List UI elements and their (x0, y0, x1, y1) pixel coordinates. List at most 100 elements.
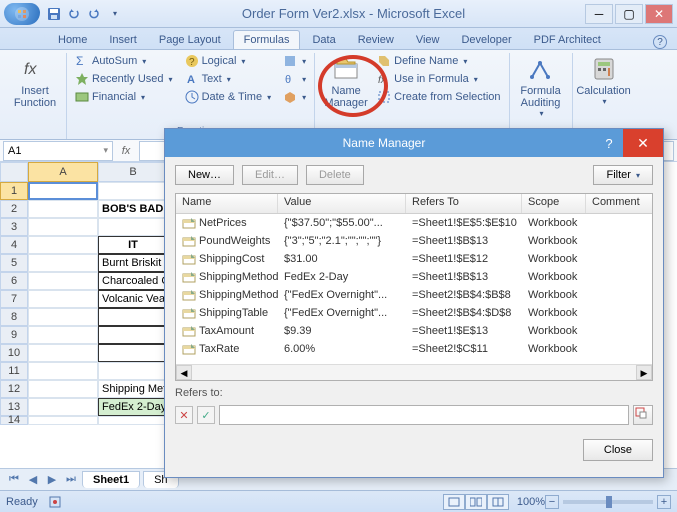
row-header[interactable]: 11 (0, 362, 28, 380)
name-row[interactable]: NetPrices{"$37.50";"$55.00"...=Sheet1!$E… (176, 214, 652, 232)
row-header[interactable]: 10 (0, 344, 28, 362)
page-break-view-button[interactable] (487, 494, 509, 510)
cell[interactable] (98, 326, 168, 344)
cell-b4[interactable]: IT (98, 236, 168, 254)
create-from-selection-button[interactable]: Create from Selection (375, 89, 502, 105)
delete-button[interactable]: Delete (306, 165, 364, 185)
cell[interactable] (28, 290, 98, 308)
col-name[interactable]: Name (176, 194, 278, 213)
lookup-button[interactable] (281, 53, 308, 69)
name-manager-button[interactable]: Name Manager (321, 53, 371, 111)
zoom-track[interactable] (563, 500, 653, 504)
dialog-close-button[interactable]: ✕ (623, 129, 663, 157)
more-functions-button[interactable] (281, 89, 308, 105)
cell-a1[interactable] (28, 182, 98, 200)
dialog-help-button[interactable]: ? (595, 129, 623, 157)
name-row[interactable]: TaxAmount$9.39=Sheet1!$E$13Workbook (176, 322, 652, 340)
cell[interactable] (28, 398, 98, 416)
logical-button[interactable]: ?Logical (183, 53, 274, 69)
office-button[interactable] (4, 3, 40, 25)
name-row[interactable]: ShippingMethods{"FedEx Overnight"...=She… (176, 286, 652, 304)
row-header[interactable]: 5 (0, 254, 28, 272)
name-row[interactable]: ShippingCost$31.00=Sheet1!$E$12Workbook (176, 250, 652, 268)
name-row[interactable]: ShippingMethodFedEx 2-Day=Sheet1!$B$13Wo… (176, 268, 652, 286)
cell[interactable] (28, 200, 98, 218)
cell[interactable] (98, 308, 168, 326)
cell[interactable] (98, 182, 168, 200)
save-icon[interactable] (46, 6, 62, 22)
cell[interactable] (28, 308, 98, 326)
row-header[interactable]: 3 (0, 218, 28, 236)
autosum-button[interactable]: ΣAutoSum (73, 53, 175, 69)
row-header[interactable]: 8 (0, 308, 28, 326)
math-button[interactable]: θ (281, 71, 308, 87)
edit-button[interactable]: Edit… (242, 165, 298, 185)
tab-view[interactable]: View (406, 31, 450, 49)
row-header[interactable]: 2 (0, 200, 28, 218)
cell[interactable] (98, 416, 168, 425)
range-picker-button[interactable] (633, 405, 653, 425)
define-name-button[interactable]: Define Name (375, 53, 502, 69)
prev-sheet-button[interactable]: ◀ (25, 472, 41, 488)
page-layout-view-button[interactable] (465, 494, 487, 510)
normal-view-button[interactable] (443, 494, 465, 510)
col-header-b[interactable]: B (98, 162, 168, 182)
tab-pdf-architect[interactable]: PDF Architect (524, 31, 611, 49)
dialog-titlebar[interactable]: Name Manager ? ✕ (165, 129, 663, 157)
cell[interactable] (28, 344, 98, 362)
fx-label[interactable]: fx (116, 145, 136, 157)
row-header[interactable]: 4 (0, 236, 28, 254)
col-scope[interactable]: Scope (522, 194, 586, 213)
text-button[interactable]: AText (183, 71, 274, 87)
recently-used-button[interactable]: Recently Used (73, 71, 175, 87)
cell[interactable] (98, 218, 168, 236)
cell[interactable] (28, 272, 98, 290)
zoom-in-button[interactable]: + (657, 495, 671, 509)
col-value[interactable]: Value (278, 194, 406, 213)
cell[interactable] (28, 362, 98, 380)
row-header[interactable]: 7 (0, 290, 28, 308)
name-row[interactable]: TaxRate6.00%=Sheet2!$C$11Workbook (176, 340, 652, 358)
close-button[interactable]: ✕ (645, 4, 673, 24)
refers-to-input[interactable] (219, 405, 629, 425)
col-header-a[interactable]: A (28, 162, 98, 182)
tab-review[interactable]: Review (348, 31, 404, 49)
cancel-ref-button[interactable]: ✕ (175, 406, 193, 424)
datetime-button[interactable]: Date & Time (183, 89, 274, 105)
tab-formulas[interactable]: Formulas (233, 30, 301, 49)
tab-page-layout[interactable]: Page Layout (149, 31, 231, 49)
formula-auditing-button[interactable]: Formula Auditing (516, 53, 566, 120)
calculation-button[interactable]: Calculation (579, 53, 629, 108)
insert-function-button[interactable]: fx Insert Function (10, 53, 60, 111)
name-box[interactable]: ▾ (3, 141, 113, 161)
cell-b6[interactable]: Charcoaled C (98, 272, 168, 290)
sheet-tab-1[interactable]: Sheet1 (82, 471, 140, 488)
tab-insert[interactable]: Insert (99, 31, 147, 49)
cell[interactable] (28, 218, 98, 236)
undo-icon[interactable] (66, 6, 82, 22)
zoom-thumb[interactable] (606, 496, 612, 508)
redo-icon[interactable] (86, 6, 102, 22)
help-icon[interactable]: ? (653, 35, 667, 49)
new-button[interactable]: New… (175, 165, 234, 185)
macro-record-icon[interactable] (48, 495, 62, 509)
qat-more-icon[interactable] (106, 6, 122, 22)
cell[interactable] (98, 362, 168, 380)
minimize-button[interactable]: ─ (585, 4, 613, 24)
col-comment[interactable]: Comment (586, 194, 652, 213)
cell-b5[interactable]: Burnt Briskit (98, 254, 168, 272)
name-row[interactable]: PoundWeights{"3";"5";"2.1";"";"";""}=She… (176, 232, 652, 250)
cell-b13[interactable]: FedEx 2-Day (98, 398, 168, 416)
scroll-right-button[interactable]: ▶ (636, 365, 652, 380)
accept-ref-button[interactable]: ✓ (197, 406, 215, 424)
last-sheet-button[interactable]: ⏭ (63, 472, 79, 488)
name-row[interactable]: ShippingTable{"FedEx Overnight"...=Sheet… (176, 304, 652, 322)
cell[interactable] (28, 416, 98, 425)
cell[interactable] (28, 254, 98, 272)
use-in-formula-button[interactable]: fxUse in Formula (375, 71, 502, 87)
maximize-button[interactable]: ▢ (615, 4, 643, 24)
zoom-level[interactable]: 100% (517, 496, 545, 508)
row-header[interactable]: 6 (0, 272, 28, 290)
name-box-input[interactable] (8, 145, 88, 157)
cell[interactable] (28, 236, 98, 254)
